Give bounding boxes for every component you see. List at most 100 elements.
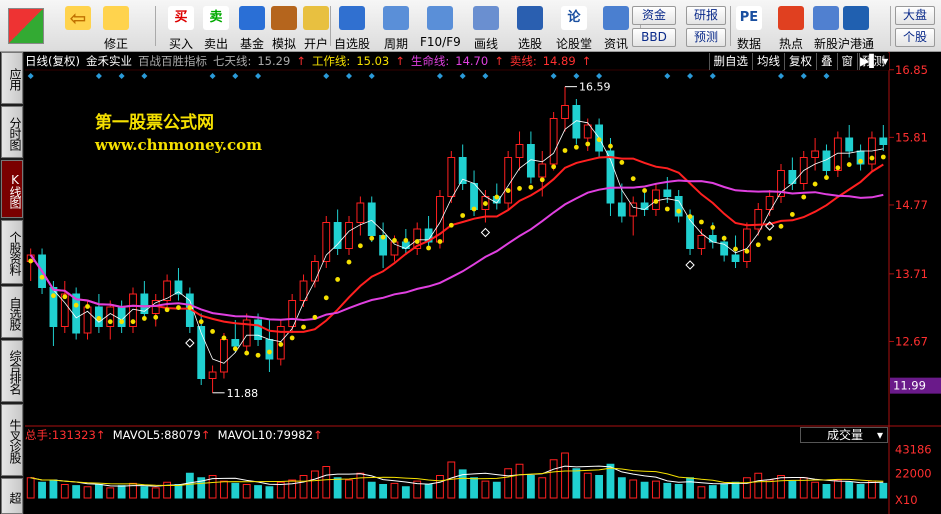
candle-body: [447, 157, 456, 197]
chart-btn-2[interactable]: 复权: [784, 53, 816, 70]
gegu-button[interactable]: 个股: [895, 28, 935, 47]
candle-body: [470, 183, 478, 210]
hk-label: 沪港通: [837, 37, 874, 51]
sell-dot: [85, 304, 90, 309]
work-line-label: 工作线: 15.03 ↑: [312, 54, 411, 68]
period-button[interactable]: 周期: [376, 2, 416, 51]
hk-button[interactable]: 沪港通: [836, 2, 876, 51]
sell-dot: [608, 143, 613, 149]
buy-button[interactable]: 买买入: [161, 2, 201, 51]
qitian-arrow: ↑: [296, 54, 306, 68]
candle-body: [686, 215, 694, 249]
data-button[interactable]: PE 数据: [729, 2, 769, 51]
side-tab-3[interactable]: 个股资料: [1, 220, 23, 284]
volume-bar: [720, 484, 729, 499]
pin-icon[interactable]: ▶▌ ▾: [859, 53, 889, 70]
f10-label: F10/F9: [420, 35, 461, 49]
price-tick-label: 13.71: [895, 267, 928, 281]
bbd-button[interactable]: BBD: [632, 28, 676, 47]
side-tab-1[interactable]: 分时图: [1, 106, 23, 158]
sell-dot: [301, 324, 306, 330]
lock-icon: [303, 6, 329, 30]
sell-dot: [460, 213, 466, 218]
draw-label: 画线: [473, 37, 498, 51]
sell-dot: [323, 295, 329, 301]
side-tab-0[interactable]: 应用: [1, 52, 23, 104]
news-button[interactable]: 资讯: [596, 2, 636, 51]
sell-icon: 卖: [203, 6, 229, 30]
news-icon: [603, 6, 629, 30]
draw-button[interactable]: 画线: [466, 2, 506, 51]
sell-button[interactable]: 卖卖出: [196, 2, 236, 51]
main-toolbar: ⇦ 修正买买入卖卖出 基金 模拟 开户 自选股 周期 F10/F9 画线 选股论论股堂 资讯 PE 数据…: [0, 0, 941, 52]
back-arrow-icon: ⇦: [65, 6, 91, 30]
hammer-icon: [271, 6, 297, 30]
volume-bar: [140, 486, 149, 499]
sell-dot: [539, 177, 545, 183]
sell-dot: [755, 242, 761, 248]
volume-indicator-dropdown[interactable]: 成交量 ▾: [800, 427, 888, 443]
candle-body: [731, 254, 740, 262]
side-tab-7[interactable]: 超: [1, 478, 23, 514]
sell-dot: [278, 342, 284, 347]
side-tab-4[interactable]: 自选股: [1, 286, 23, 338]
sell-dot: [767, 235, 773, 241]
ma5-value: 88079: [164, 428, 201, 442]
chart-btn-3[interactable]: 叠: [816, 53, 837, 70]
forum-button[interactable]: 论论股堂: [554, 2, 594, 51]
sell-dot: [414, 239, 420, 244]
dapan-button[interactable]: 大盘: [895, 6, 935, 25]
sell-dot: [619, 160, 625, 165]
sell-dot: [505, 188, 511, 193]
forum-icon: 论: [561, 6, 587, 30]
chart-btn-1[interactable]: 均线: [752, 53, 784, 70]
volume-bar: [94, 484, 103, 499]
life-arrow: ↑: [494, 54, 504, 68]
sell-dot: [255, 352, 261, 358]
chart-btn-0[interactable]: 删自选: [708, 53, 752, 70]
side-tab-6[interactable]: 牛叉诊股: [1, 404, 23, 476]
news-label: 资讯: [603, 37, 628, 51]
candle-body: [356, 202, 365, 223]
hot-button[interactable]: 热点: [771, 2, 811, 51]
sell-dot: [357, 243, 363, 249]
volume-dropdown-label: 成交量: [827, 428, 864, 442]
total-arrow: ↑: [95, 428, 110, 442]
back-button[interactable]: ⇦: [58, 2, 98, 50]
candle-body: [197, 326, 206, 379]
candle-body: [572, 105, 581, 139]
volume-tick-label: X10: [895, 493, 918, 507]
yanbao-button[interactable]: 研报: [686, 6, 726, 25]
qitian-value: 15.29: [257, 54, 291, 68]
stock-name: 金禾实业: [85, 54, 132, 68]
sell-dot: [426, 245, 431, 251]
fund-icon: [239, 6, 265, 30]
chart-btn-4[interactable]: 窗: [836, 53, 857, 70]
work-value: 15.03: [356, 54, 390, 68]
volume-bar: [254, 485, 262, 499]
data-label: 数据: [736, 37, 761, 51]
sell-dot: [73, 302, 79, 308]
zixuan-button[interactable]: 自选股: [332, 2, 372, 51]
candle-body: [629, 202, 638, 217]
sell-label: 卖出: [203, 37, 228, 51]
volume-bar: [424, 484, 433, 499]
volume-tick-label: 22000: [895, 466, 932, 480]
hk-icon: [843, 6, 869, 30]
fix-button[interactable]: 修正: [96, 2, 136, 51]
toolbar-separator: [155, 6, 156, 46]
app-logo-icon[interactable]: [8, 8, 44, 44]
f10-button[interactable]: F10/F9: [420, 2, 461, 50]
candle-body: [754, 209, 763, 230]
volume-bar: [72, 485, 81, 499]
side-tab-2[interactable]: K线图: [1, 160, 23, 218]
yuce-button[interactable]: 预测: [686, 28, 726, 47]
select-button[interactable]: 选股: [510, 2, 550, 51]
life-value: 14.70: [455, 54, 489, 68]
candle-body: [515, 144, 524, 158]
candle-body: [265, 339, 274, 360]
volume-bar: [38, 481, 46, 499]
sell-dot: [153, 314, 159, 320]
side-tab-5[interactable]: 综合排名: [1, 340, 23, 402]
zijin-button[interactable]: 资金: [632, 6, 676, 25]
